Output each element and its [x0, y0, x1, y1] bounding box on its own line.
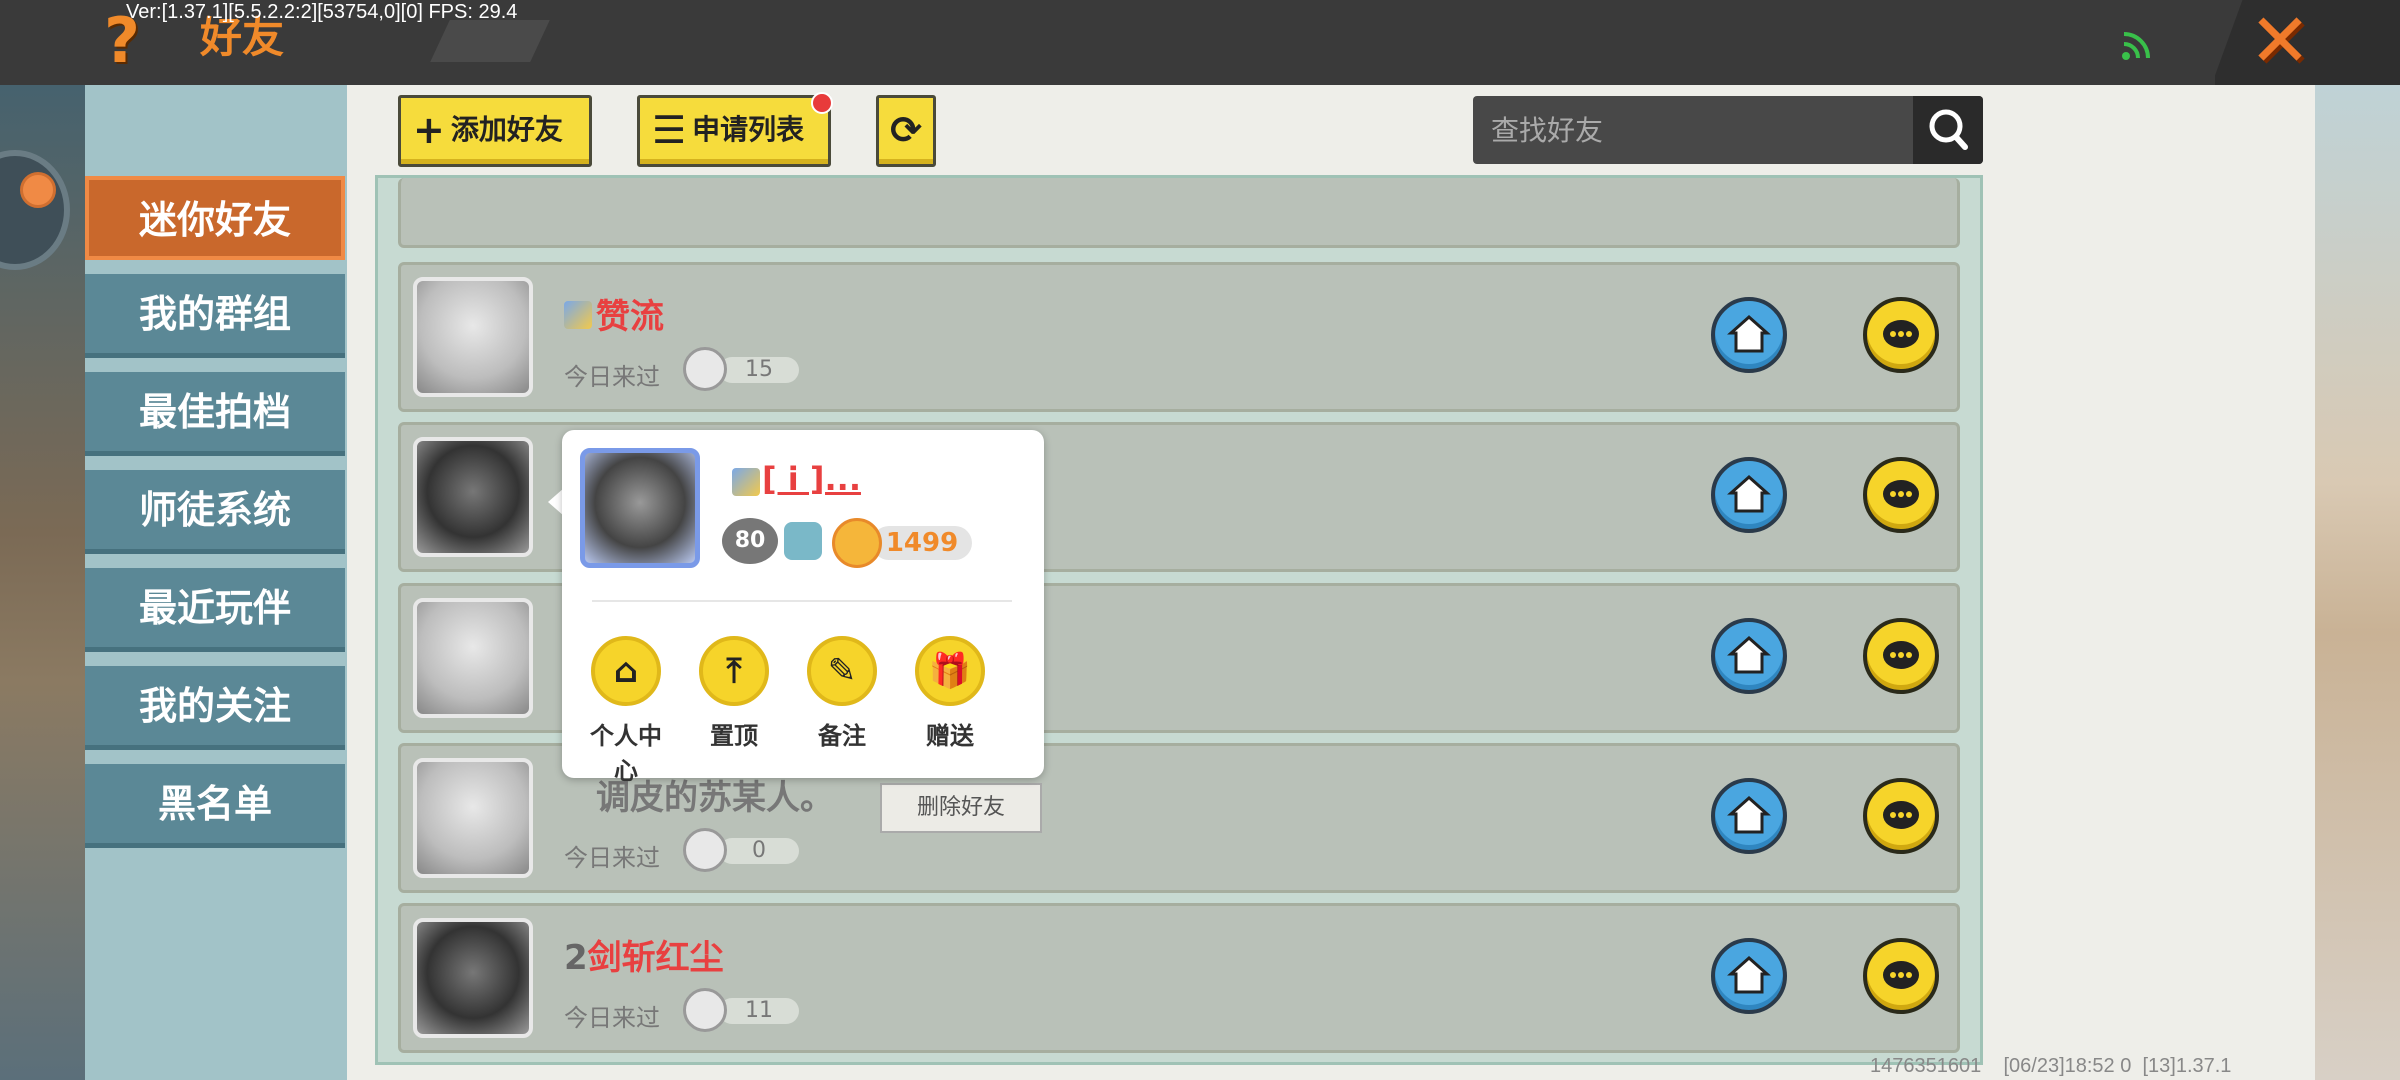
note-icon: ✎ [807, 636, 877, 706]
chat-button[interactable] [1863, 457, 1939, 533]
popup-avatar[interactable] [580, 448, 700, 568]
chat-button[interactable] [1863, 778, 1939, 854]
avatar[interactable] [413, 277, 533, 397]
chat-button[interactable] [1863, 618, 1939, 694]
chat-icon [1883, 320, 1919, 348]
apply-list-button[interactable]: ☰ 申请列表 [637, 95, 831, 167]
friend-name-prefix: 2 [564, 938, 588, 978]
visit-count: 15 [683, 347, 803, 391]
background-scenery-right [2315, 85, 2400, 1080]
avatar[interactable] [413, 758, 533, 878]
list-icon: ☰ [652, 108, 687, 152]
joystick-dot [20, 172, 56, 208]
tab-blacklist[interactable]: 黑名单 [85, 764, 345, 848]
home-icon [1727, 474, 1771, 513]
tab-best-partners[interactable]: 最佳拍档 [85, 372, 345, 456]
friend-name: 赞流 [596, 297, 664, 337]
heart-icon [832, 518, 882, 568]
tab-mini-friends[interactable]: 迷你好友 [85, 176, 345, 260]
add-friend-button[interactable]: + 添加好友 [398, 95, 592, 167]
pin-top-label: 置顶 [710, 722, 758, 750]
chat-icon [1883, 801, 1919, 829]
home-icon: ⌂ [591, 636, 661, 706]
tab-my-following[interactable]: 我的关注 [85, 666, 345, 750]
note-label: 备注 [818, 722, 866, 750]
visit-count: 11 [683, 988, 803, 1032]
visit-count-value: 15 [719, 357, 799, 383]
tab-mentor-system[interactable]: 师徒系统 [85, 470, 345, 554]
popularity-score: 1499 [872, 526, 972, 560]
visit-count-value: 11 [719, 998, 799, 1024]
friend-name-main: 剑斩红尘 [587, 938, 724, 978]
notification-dot [811, 92, 833, 114]
chat-icon [1883, 480, 1919, 508]
visit-coin-icon [683, 988, 727, 1032]
visit-label: 今日来过 [564, 363, 660, 391]
divider [592, 600, 1012, 602]
gift-icon: 🎁 [915, 636, 985, 706]
note-button[interactable]: ✎ 备注 [796, 636, 888, 751]
footer-info: 1476351601 [06/23]18:52 0 [13]1.37.1 [1870, 1055, 2232, 1077]
decorative-slash [430, 20, 550, 62]
close-button[interactable]: ✕ [2215, 0, 2400, 85]
avatar[interactable] [413, 598, 533, 718]
search-icon [1929, 109, 1968, 150]
plus-icon: + [413, 108, 445, 152]
level-badge: 80 [722, 518, 778, 564]
vip-badge-icon [732, 468, 760, 496]
vip-badge-icon [564, 301, 592, 329]
visit-label: 今日来过 [564, 1004, 660, 1032]
avatar[interactable] [413, 918, 533, 1038]
pin-top-icon: ⤒ [699, 636, 769, 706]
visit-home-button[interactable] [1711, 618, 1787, 694]
add-friend-label: 添加好友 [450, 113, 563, 146]
visit-count: 0 [683, 828, 803, 872]
friend-popup: [ i ]... 80 1499 ⌂ 个人中心 ⤒ 置顶 ✎ 备注 🎁 赠送 [562, 430, 1044, 785]
refresh-icon: ⟳ [890, 108, 922, 152]
friend-name: 2剑斩红尘 [564, 930, 724, 979]
refresh-button[interactable]: ⟳ [876, 95, 936, 167]
delete-friend-button[interactable]: 删除好友 [880, 783, 1042, 833]
tab-my-groups[interactable]: 我的群组 [85, 274, 345, 358]
personal-center-button[interactable]: ⌂ 个人中心 [580, 636, 672, 786]
signal-icon [2120, 28, 2154, 62]
search-button[interactable] [1913, 96, 1983, 164]
friend-row[interactable]: 赞流 今日来过 15 [398, 262, 1960, 412]
visit-home-button[interactable] [1711, 778, 1787, 854]
home-icon [1727, 955, 1771, 994]
debug-info: Ver:[1.37.1][5.5.2.2:2][53754,0][0] FPS:… [126, 1, 518, 23]
chat-button[interactable] [1863, 297, 1939, 373]
rank-shield-icon [784, 522, 822, 560]
chat-icon [1883, 641, 1919, 669]
avatar[interactable] [413, 437, 533, 557]
apply-list-label: 申请列表 [692, 113, 805, 146]
home-icon [1727, 314, 1771, 353]
personal-center-label: 个人中心 [590, 722, 662, 785]
search-box [1473, 96, 1983, 164]
gift-label: 赠送 [926, 722, 974, 750]
list-item [398, 178, 1960, 248]
close-icon[interactable]: ✕ [2245, 4, 2315, 78]
chat-icon [1883, 961, 1919, 989]
pin-top-button[interactable]: ⤒ 置顶 [688, 636, 780, 751]
visit-coin-icon [683, 828, 727, 872]
chat-button[interactable] [1863, 938, 1939, 1014]
popup-friend-name[interactable]: [ i ]... [762, 460, 861, 498]
friend-row[interactable]: 2剑斩红尘 今日来过 11 [398, 903, 1960, 1053]
visit-home-button[interactable] [1711, 457, 1787, 533]
home-icon [1727, 635, 1771, 674]
visit-home-button[interactable] [1711, 297, 1787, 373]
visit-home-button[interactable] [1711, 938, 1787, 1014]
visit-count-value: 0 [719, 838, 799, 864]
home-icon [1727, 795, 1771, 834]
tab-recent-players[interactable]: 最近玩伴 [85, 568, 345, 652]
search-input[interactable] [1473, 96, 1913, 164]
visit-coin-icon [683, 347, 727, 391]
visit-label: 今日来过 [564, 844, 660, 872]
gift-button[interactable]: 🎁 赠送 [904, 636, 996, 751]
